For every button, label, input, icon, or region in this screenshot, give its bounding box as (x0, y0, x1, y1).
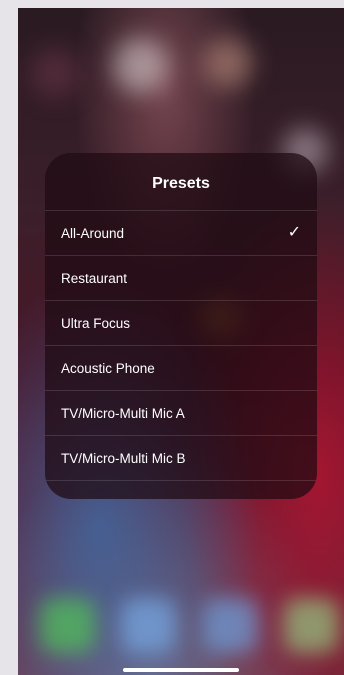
home-indicator[interactable] (123, 668, 239, 672)
blurred-app-icon (203, 38, 253, 88)
preset-item-tv-mic-a[interactable]: TV/Micro-Multi Mic A (45, 391, 317, 436)
phone-screen: Presets All-Around ✓ Restaurant Ultra Fo… (18, 8, 344, 675)
preset-item-tv-mic-b[interactable]: TV/Micro-Multi Mic B (45, 436, 317, 481)
preset-item-label: TV/Micro-Multi Mic B (61, 450, 186, 466)
dock-app-icon (121, 598, 176, 653)
presets-list: All-Around ✓ Restaurant Ultra Focus Acou… (45, 210, 317, 481)
preset-item-all-around[interactable]: All-Around ✓ (45, 211, 317, 256)
checkmark-icon: ✓ (287, 224, 301, 241)
preset-item-label: TV/Micro-Multi Mic A (61, 405, 185, 421)
dock-app-icon (203, 598, 258, 653)
preset-item-label: All-Around (61, 225, 125, 241)
preset-item-label: Acoustic Phone (61, 360, 155, 376)
preset-item-ultra-focus[interactable]: Ultra Focus (45, 301, 317, 346)
blurred-app-icon (30, 48, 80, 98)
blurred-app-icon (113, 38, 168, 93)
preset-item-acoustic-phone[interactable]: Acoustic Phone (45, 346, 317, 391)
preset-item-label: Restaurant (61, 270, 128, 286)
dock-app-icon (40, 598, 95, 653)
dock-app-icon (284, 598, 339, 653)
preset-item-restaurant[interactable]: Restaurant (45, 256, 317, 301)
preset-item-label: Ultra Focus (61, 315, 131, 331)
presets-panel: Presets All-Around ✓ Restaurant Ultra Fo… (45, 153, 317, 499)
panel-title: Presets (152, 175, 210, 192)
